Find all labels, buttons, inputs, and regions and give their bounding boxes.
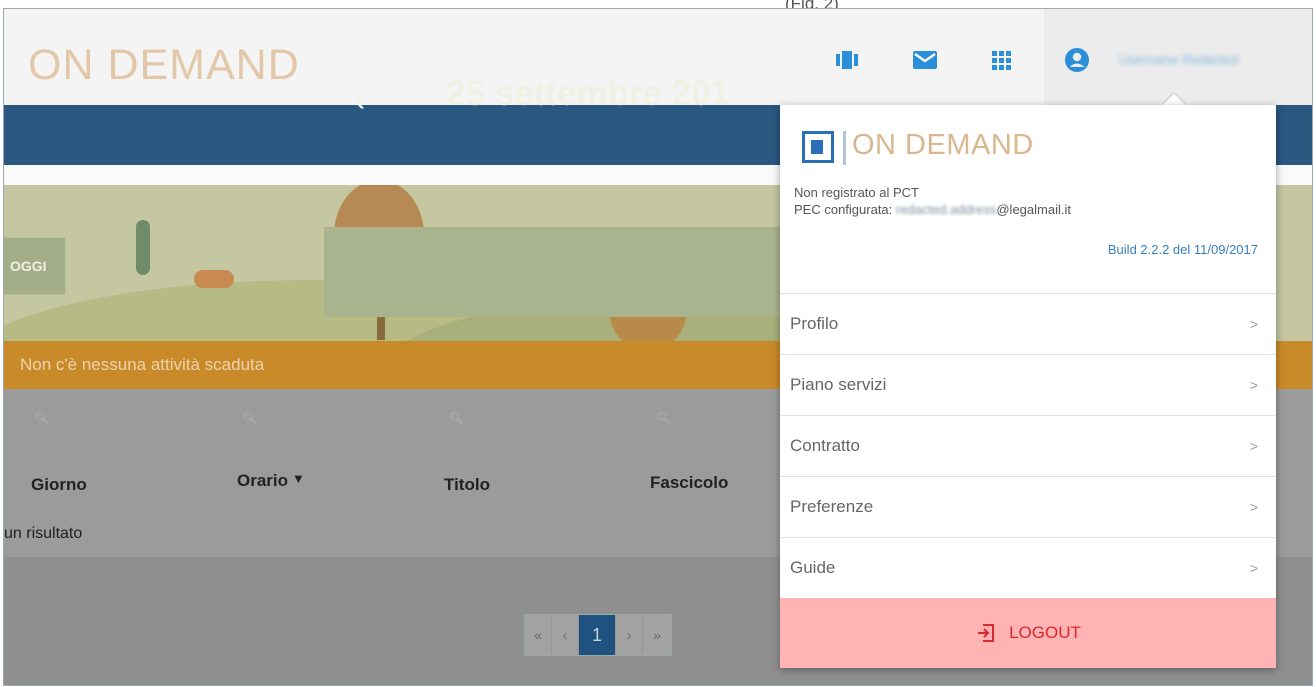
last-page-button[interactable]: » [643,615,671,655]
brand-logo[interactable]: ON DEMAND [28,41,300,90]
search-icon[interactable]: 🔍︎ [34,411,49,425]
pagination: « ‹ 1 › » [524,614,672,656]
menu-item-profilo[interactable]: Profilo > [780,293,1276,354]
chevron-right-icon: > [1249,560,1258,576]
next-page-button[interactable]: › [616,615,643,655]
column-header-titolo[interactable]: Titolo [444,475,490,495]
page-button-current[interactable]: 1 [579,615,616,655]
sort-down-icon[interactable]: ▼ [292,471,305,486]
menu-item-preferenze[interactable]: Preferenze > [780,476,1276,537]
menu-item-piano-servizi[interactable]: Piano servizi > [780,354,1276,415]
previous-day-icon[interactable]: ‹ [354,81,365,120]
menu-item-label: Profilo [790,314,839,333]
search-icon[interactable]: 🔍︎ [242,411,257,425]
pec-email-hidden: redacted.address [895,202,997,217]
current-date: 25 settembre 201 [446,74,731,113]
boards-icon[interactable] [834,49,860,71]
logo-divider [843,131,846,165]
logout-label: LOGOUT [1009,623,1081,642]
user-dropdown-menu: ON DEMAND Non registrato al PCT PEC conf… [780,105,1276,668]
chevron-right-icon: > [1249,377,1258,393]
today-button[interactable]: OGGI [4,237,66,295]
first-page-button[interactable]: « [525,615,552,655]
menu-item-label: Guide [790,558,836,577]
pec-label: PEC configurata: [794,202,893,217]
empty-result-text: un risultato [4,525,83,542]
app-window: ON DEMAND Username Redacted OGGI ‹ 25 se… [3,8,1313,686]
logout-button[interactable]: LOGOUT [780,598,1276,668]
logout-icon [978,624,995,642]
date-panel [324,227,794,317]
build-info[interactable]: Build 2.2.2 del 11/09/2017 [1108,242,1258,257]
column-header-fascicolo[interactable]: Fascicolo [650,473,728,493]
search-icon[interactable]: 🔍︎ [449,411,464,425]
dropdown-menu-list: Profilo > Piano servizi > Contratto > Pr… [780,293,1276,598]
chevron-right-icon: > [1249,316,1258,332]
dog-illustration [194,270,234,288]
menu-item-label: Contratto [790,436,860,455]
search-icon[interactable]: 🔍︎ [656,411,671,425]
pct-status: Non registrato al PCT [794,185,919,200]
previous-page-button[interactable]: ‹ [552,615,579,655]
user-icon[interactable] [1064,47,1090,73]
pec-domain: @legalmail.it [996,202,1071,217]
app-logo-icon [802,131,834,163]
menu-item-guide[interactable]: Guide > [780,537,1276,598]
apps-grid-icon[interactable] [988,49,1014,71]
dropdown-title: ON DEMAND [852,129,1034,161]
mail-icon[interactable] [912,49,938,71]
walker-illustration [136,220,150,275]
pec-line: PEC configurata: redacted.address@legalm… [794,202,1071,217]
chevron-right-icon: > [1249,438,1258,454]
column-header-giorno[interactable]: Giorno [31,475,87,495]
menu-item-label: Preferenze [790,497,874,516]
menu-item-label: Piano servizi [790,375,887,394]
chevron-right-icon: > [1249,499,1258,515]
user-name[interactable]: Username Redacted [1119,52,1238,67]
overdue-notice-text: Non c'è nessuna attività scaduta [20,355,265,374]
column-header-orario[interactable]: Orario [237,471,288,491]
menu-item-contratto[interactable]: Contratto > [780,415,1276,476]
